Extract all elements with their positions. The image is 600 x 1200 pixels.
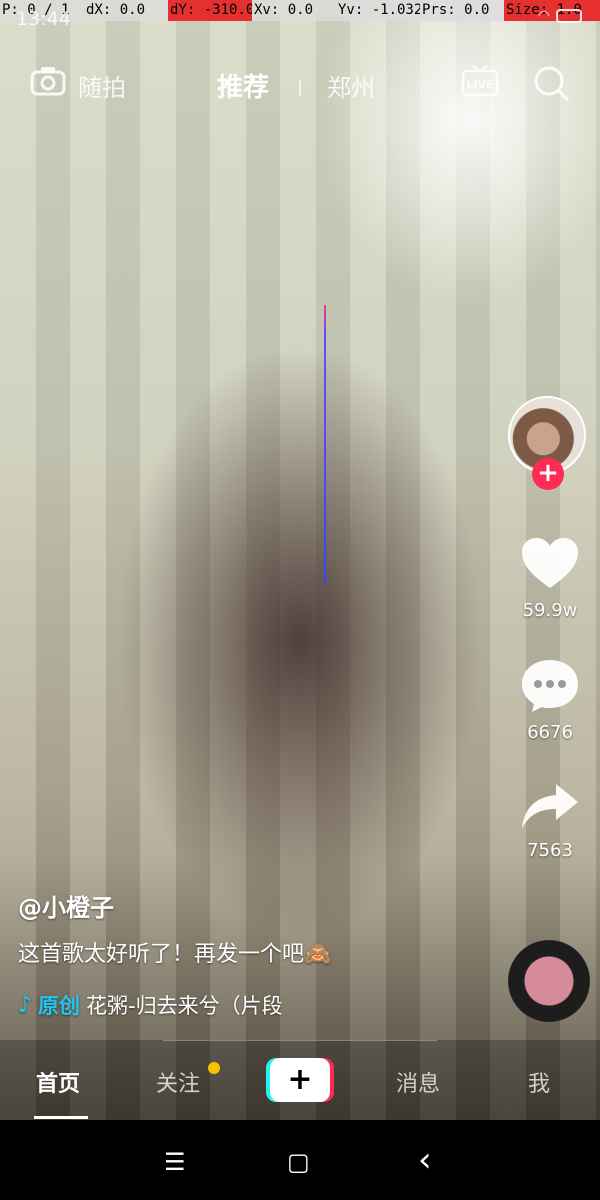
tab-me[interactable]: 我	[528, 1066, 550, 1098]
battery-icon	[556, 9, 582, 23]
svg-text:LIVE: LIVE	[466, 78, 493, 91]
status-time: 13:44	[16, 8, 71, 30]
tab-recommend[interactable]: 推荐	[217, 67, 269, 104]
share-arrow-icon	[522, 784, 578, 828]
comment-button[interactable]: 6676	[500, 658, 600, 743]
menu-icon[interactable]: ☰	[164, 1148, 186, 1176]
like-button[interactable]: 59.9w	[500, 536, 600, 621]
video-screen[interactable]: P: 0 / 1 dX: 0.0 dY: -310.0 Xv: 0.0 Yv: …	[0, 0, 600, 1200]
home-icon[interactable]: ▢	[287, 1148, 310, 1176]
live-icon[interactable]: LIVE	[461, 64, 499, 102]
tab-messages[interactable]: 消息	[396, 1066, 440, 1098]
music-info[interactable]: ♪ 原创 花粥-归去来兮（片段	[18, 990, 283, 1020]
debug-dy: dY: -310.0	[168, 0, 252, 21]
follow-plus-icon[interactable]: +	[532, 458, 564, 490]
music-title: 花粥-归去来兮（片段	[86, 994, 283, 1018]
debug-xv: Xv: 0.0	[252, 0, 336, 21]
follow-notification-dot	[208, 1062, 220, 1074]
swipe-trace-line	[324, 305, 326, 583]
top-tab-divider	[299, 80, 301, 96]
add-plus-icon: +	[270, 1058, 330, 1102]
like-count: 59.9w	[522, 600, 578, 621]
camera-icon[interactable]	[30, 66, 66, 96]
system-nav-bar: ☰ ▢ ‹	[0, 1120, 600, 1200]
back-icon[interactable]: ‹	[418, 1140, 432, 1180]
tab-home[interactable]: 首页	[36, 1066, 80, 1098]
comment-icon	[522, 660, 578, 712]
share-button[interactable]: 7563	[500, 780, 600, 861]
debug-dx: dX: 0.0	[84, 0, 168, 21]
top-nav-bar: 随拍 推荐 郑州 LIVE	[0, 56, 600, 116]
wifi-icon: ◠	[537, 8, 550, 24]
create-video-button[interactable]: +	[266, 1058, 334, 1102]
debug-pressure: Prs: 0.0	[420, 0, 504, 21]
heart-icon	[522, 538, 578, 588]
author-name[interactable]: @小橙子	[18, 888, 114, 923]
music-note-icon: ♪	[18, 992, 33, 1018]
status-icons: ◠	[538, 8, 582, 24]
tab-city[interactable]: 郑州	[327, 68, 375, 103]
tab-follow[interactable]: 关注	[156, 1066, 200, 1098]
camera-label[interactable]: 随拍	[78, 68, 126, 103]
tab-home-indicator	[34, 1116, 88, 1119]
pointer-debug-overlay: P: 0 / 1 dX: 0.0 dY: -310.0 Xv: 0.0 Yv: …	[0, 0, 600, 21]
music-disc[interactable]	[508, 940, 590, 1022]
search-icon[interactable]	[532, 64, 570, 102]
music-original-tag: 原创	[38, 994, 81, 1018]
author-avatar-button[interactable]: +	[508, 396, 588, 490]
share-count: 7563	[527, 840, 573, 861]
comment-count: 6676	[527, 722, 573, 743]
video-caption: 这首歌太好听了！再发一个吧🙈	[18, 942, 332, 967]
debug-yv: Yv: -1.032	[336, 0, 420, 21]
